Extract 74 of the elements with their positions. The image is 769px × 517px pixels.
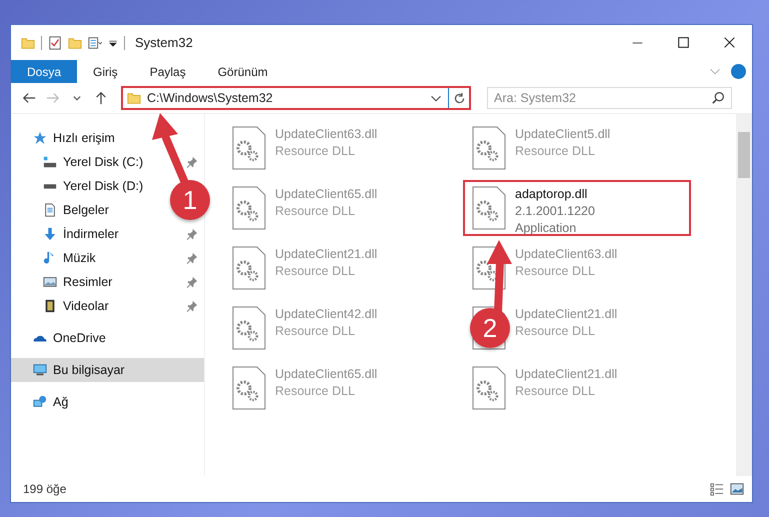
nav-item[interactable]: Ağ	[11, 390, 74, 414]
file-detail: Resource DLL	[515, 323, 596, 340]
pin-icon[interactable]	[186, 156, 198, 168]
settings-file-icon	[231, 186, 267, 230]
settings-file-icon	[231, 366, 267, 410]
item-count: 199 öğe	[23, 482, 66, 496]
computer-icon	[33, 363, 47, 377]
file-detail: Resource DLL	[515, 263, 596, 280]
file-detail: Application	[515, 220, 578, 237]
image-icon	[43, 275, 57, 289]
nav-item[interactable]: Yerel Disk (D:)	[11, 174, 150, 198]
window-title: System32	[135, 35, 193, 50]
search-field[interactable]: Ara: System32	[487, 87, 732, 109]
help-icon[interactable]	[731, 64, 746, 79]
forward-arrow-icon	[46, 91, 60, 105]
ribbon-tab[interactable]: Görünüm	[202, 60, 284, 83]
document-icon	[43, 203, 57, 217]
settings-file-icon	[231, 306, 267, 350]
pin-icon[interactable]	[186, 276, 198, 288]
up-arrow-icon	[94, 91, 108, 105]
dropdown-icon[interactable]	[430, 94, 442, 102]
back-arrow-icon	[22, 91, 36, 105]
settings-file-icon	[231, 246, 267, 290]
network-icon	[33, 395, 47, 409]
file-detail: Resource DLL	[515, 383, 596, 400]
nav-item[interactable]: Belgeler	[11, 198, 115, 222]
maximize-icon	[678, 37, 688, 48]
pin-icon[interactable]	[186, 252, 198, 264]
properties-icon[interactable]	[48, 36, 62, 50]
settings-file-icon	[471, 366, 507, 410]
details-view-icon[interactable]	[710, 482, 724, 496]
search-icon	[712, 91, 725, 104]
file-name[interactable]: adaptorop.dll	[515, 186, 595, 203]
file-detail: Resource DLL	[275, 203, 356, 220]
nav-item[interactable]: Resimler	[11, 270, 204, 294]
nav-item[interactable]: Hızlı erişim	[11, 126, 121, 150]
nav-item[interactable]: Müzik	[11, 246, 204, 270]
address-path: C:\Windows\System32	[147, 91, 274, 105]
pin-icon[interactable]	[186, 300, 198, 312]
settings-file-icon	[471, 126, 507, 170]
file-detail: Resource DLL	[515, 143, 596, 160]
ribbon-tab[interactable]: Paylaş	[134, 60, 202, 83]
large-icons-view-icon[interactable]	[730, 482, 744, 496]
file-detail: Resource DLL	[275, 383, 356, 400]
nav-item[interactable]: OneDrive	[11, 326, 112, 350]
film-icon	[43, 299, 57, 313]
file-detail: Resource DLL	[275, 143, 356, 160]
drive-icon	[43, 183, 57, 189]
download-icon	[43, 227, 57, 241]
nav-item[interactable]: Yerel Disk (C:)	[11, 150, 204, 174]
folder-icon	[127, 91, 141, 105]
ribbon-tab[interactable]: Dosya	[11, 60, 78, 83]
nav-item[interactable]: Bu bilgisayar	[11, 358, 204, 382]
settings-file-icon	[471, 186, 507, 230]
folder-icon	[21, 36, 35, 50]
settings-file-icon	[231, 126, 267, 170]
pin-icon[interactable]	[186, 228, 198, 240]
address-field[interactable]: C:\Windows\System32	[121, 86, 471, 110]
file-item[interactable]: adaptorop.dll 2.1.2001.1220 Application	[463, 180, 691, 236]
nav-item[interactable]: Videolar	[11, 294, 204, 318]
nav-item[interactable]: İndirmeler	[11, 222, 204, 246]
ribbon-tab[interactable]: Giriş	[77, 60, 134, 83]
refresh-icon	[452, 92, 466, 104]
view-options-icon[interactable]	[88, 36, 102, 50]
file-detail: 2.1.2001.1220	[515, 203, 595, 220]
file-detail: Resource DLL	[275, 323, 356, 340]
minimize-icon	[632, 42, 642, 44]
file-detail: Resource DLL	[275, 263, 356, 280]
caret-icon	[73, 96, 81, 100]
expand-ribbon-icon[interactable]	[709, 68, 721, 75]
drive-icon	[43, 155, 57, 169]
star-icon	[33, 131, 47, 145]
scrollbar[interactable]	[736, 114, 752, 476]
close-icon	[724, 37, 734, 48]
